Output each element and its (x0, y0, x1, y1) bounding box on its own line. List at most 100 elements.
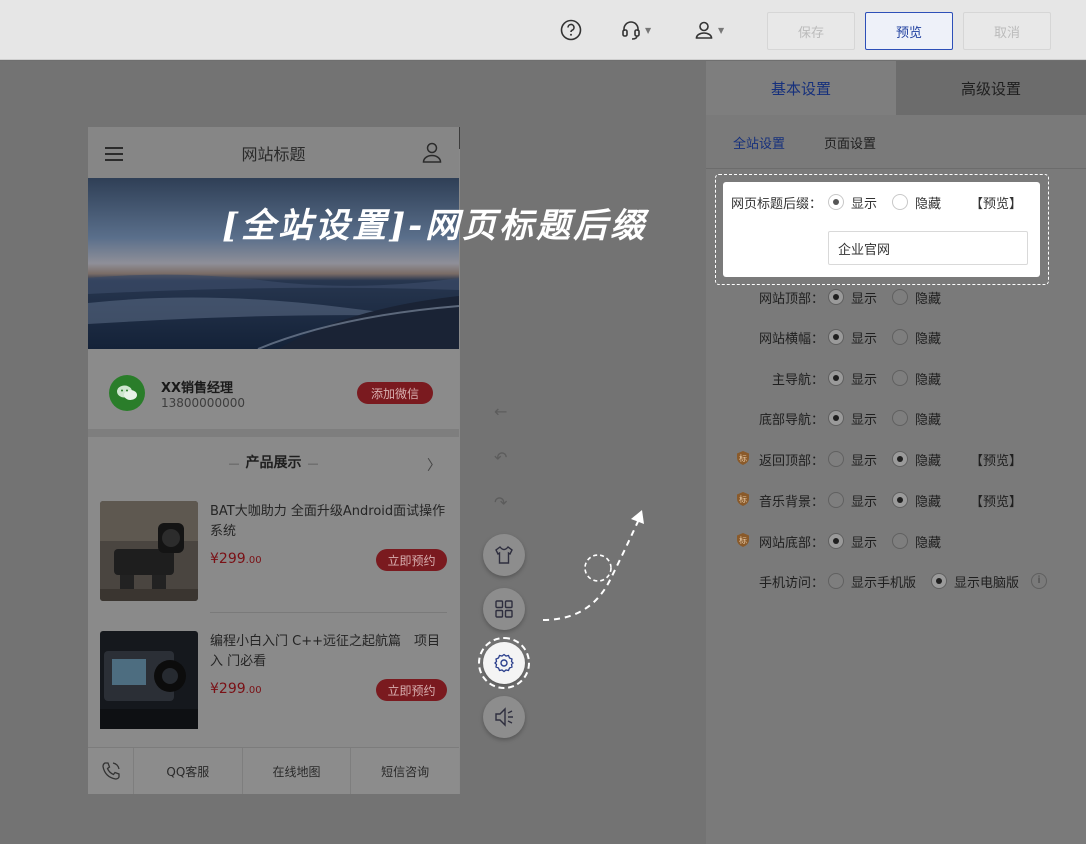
option-label: 隐藏 (915, 495, 942, 510)
radio-show[interactable] (828, 451, 844, 467)
book-now-button[interactable]: 立即预约 (376, 679, 447, 701)
setting-label: 音乐背景： (758, 495, 824, 510)
radio-mobile-version[interactable] (828, 573, 844, 589)
save-button[interactable]: 保存 (767, 12, 855, 50)
site-header: 网站标题 (88, 127, 459, 178)
option-label: 显示 (851, 332, 878, 347)
radio-show[interactable] (828, 194, 844, 210)
settings-subtabs: 全站设置 页面设置 (706, 115, 1086, 169)
setting-row-main-nav: 主导航： 显示 隐藏 (706, 366, 1086, 390)
radio-show[interactable] (828, 329, 844, 345)
setting-label: 网站顶部： (758, 292, 824, 307)
menu-icon[interactable] (105, 146, 123, 165)
setting-card-title-suffix: 网页标题后缀： 显示 隐藏 【预览】 (723, 182, 1040, 277)
setting-label: 底部导航： (758, 413, 824, 428)
radio-show[interactable] (828, 492, 844, 508)
setting-label: 网站横幅： (758, 332, 824, 347)
preview-link[interactable]: 【预览】 (970, 491, 1022, 510)
radio-hide[interactable] (892, 492, 908, 508)
setting-row-site-banner: 网站横幅： 显示 隐藏 (706, 325, 1086, 349)
book-now-button[interactable]: 立即预约 (376, 549, 447, 571)
radio-hide[interactable] (892, 329, 908, 345)
preview-button[interactable]: 预览 (865, 12, 953, 50)
option-label: 隐藏 (915, 413, 942, 428)
tab-basic-settings[interactable]: 基本设置 (706, 61, 896, 115)
user-icon[interactable] (421, 141, 443, 167)
settings-tool-button[interactable] (478, 637, 530, 689)
user-icon (695, 21, 713, 39)
option-label: 隐藏 (915, 197, 942, 212)
radio-desktop-version[interactable] (931, 573, 947, 589)
option-label: 隐藏 (915, 292, 942, 307)
setting-label: 手机访问： (758, 576, 824, 591)
tab-advanced-settings[interactable]: 高级设置 (896, 61, 1086, 115)
account-menu[interactable]: ▼ (693, 18, 724, 42)
option-label: 隐藏 (915, 332, 942, 347)
product-item[interactable]: BAT大咖助力 全面升级Android面试操作系统 ¥299.00 立即预约 (100, 501, 447, 613)
redo-icon[interactable]: ↷ (494, 493, 507, 512)
gear-icon (494, 653, 514, 673)
music-tool-button[interactable] (483, 696, 525, 738)
headset-icon (622, 21, 640, 40)
undo-icon[interactable]: ↶ (494, 448, 507, 467)
chevron-down-icon: ▼ (718, 25, 725, 35)
modules-tool-button[interactable] (483, 588, 525, 630)
premium-badge-icon: 标 (737, 492, 749, 506)
setting-row-mobile-access: 手机访问： 显示手机版 显示电脑版 i (706, 569, 1086, 593)
product-image (100, 631, 198, 731)
product-title: 编程小白入门 C++远征之起航篇 项目入 门必看 (210, 634, 440, 669)
footer-online-map[interactable]: 在线地图 (243, 748, 352, 794)
option-label: 显示 (851, 454, 878, 469)
svg-text:标: 标 (739, 453, 747, 463)
currency-symbol: ¥ (210, 681, 219, 697)
radio-hide[interactable] (892, 533, 908, 549)
info-icon[interactable]: i (1031, 573, 1047, 589)
radio-hide[interactable] (892, 451, 908, 467)
arrow-left-icon[interactable]: ← (494, 402, 507, 421)
site-footer-nav: QQ客服 在线地图 短信咨询 (88, 747, 459, 794)
product-divider (210, 612, 447, 613)
price-decimal: .00 (245, 685, 262, 696)
radio-show[interactable] (828, 410, 844, 426)
preview-link[interactable]: 【预览】 (970, 450, 1022, 469)
option-label: 显示电脑版 (954, 576, 1020, 591)
title-suffix-input[interactable] (828, 231, 1028, 265)
option-label: 显示 (851, 292, 878, 307)
option-label: 隐藏 (915, 454, 942, 469)
price-integer: 299 (218, 681, 246, 697)
radio-show[interactable] (828, 370, 844, 386)
help-icon[interactable] (560, 18, 582, 42)
option-label: 显示 (851, 536, 878, 551)
setting-row-music-bg: 标 音乐背景： 显示 隐藏 【预览】 (706, 488, 1086, 512)
radio-show[interactable] (828, 289, 844, 305)
footer-sms-inquiry[interactable]: 短信咨询 (351, 748, 459, 794)
price-decimal: .00 (245, 555, 262, 566)
add-wechat-button[interactable]: 添加微信 (357, 382, 433, 404)
product-section-header[interactable]: 产品展示 〉 (88, 437, 459, 487)
setting-label: 返回顶部： (758, 454, 824, 469)
radio-hide[interactable] (892, 194, 908, 210)
subtab-page-settings[interactable]: 页面设置 (824, 133, 876, 152)
product-title: BAT大咖助力 全面升级Android面试操作系统 (210, 504, 446, 539)
option-label: 显示 (851, 373, 878, 388)
cancel-button[interactable]: 取消 (963, 12, 1051, 50)
theme-tool-button[interactable] (483, 534, 525, 576)
radio-hide[interactable] (892, 370, 908, 386)
support-menu[interactable]: ▼ (620, 18, 651, 42)
setting-row-back-to-top: 标 返回顶部： 显示 隐藏 【预览】 (706, 447, 1086, 471)
speaker-icon (495, 707, 513, 727)
product-item[interactable]: 编程小白入门 C++远征之起航篇 项目入 门必看 ¥299.00 立即预约 (100, 631, 447, 743)
phone-call-icon[interactable] (88, 748, 134, 794)
option-label: 显示 (851, 413, 878, 428)
subtab-site-settings[interactable]: 全站设置 (733, 133, 785, 152)
preview-link[interactable]: 【预览】 (970, 193, 1022, 212)
footer-qq-service[interactable]: QQ客服 (134, 748, 243, 794)
wechat-icon (109, 375, 145, 411)
setting-row-site-top: 网站顶部： 显示 隐藏 (706, 285, 1086, 309)
option-label: 显示 (851, 197, 878, 212)
radio-hide[interactable] (892, 289, 908, 305)
radio-hide[interactable] (892, 410, 908, 426)
setting-row-site-bottom: 标 网站底部： 显示 隐藏 (706, 529, 1086, 553)
radio-show[interactable] (828, 533, 844, 549)
chevron-right-icon[interactable]: 〉 (427, 455, 441, 475)
